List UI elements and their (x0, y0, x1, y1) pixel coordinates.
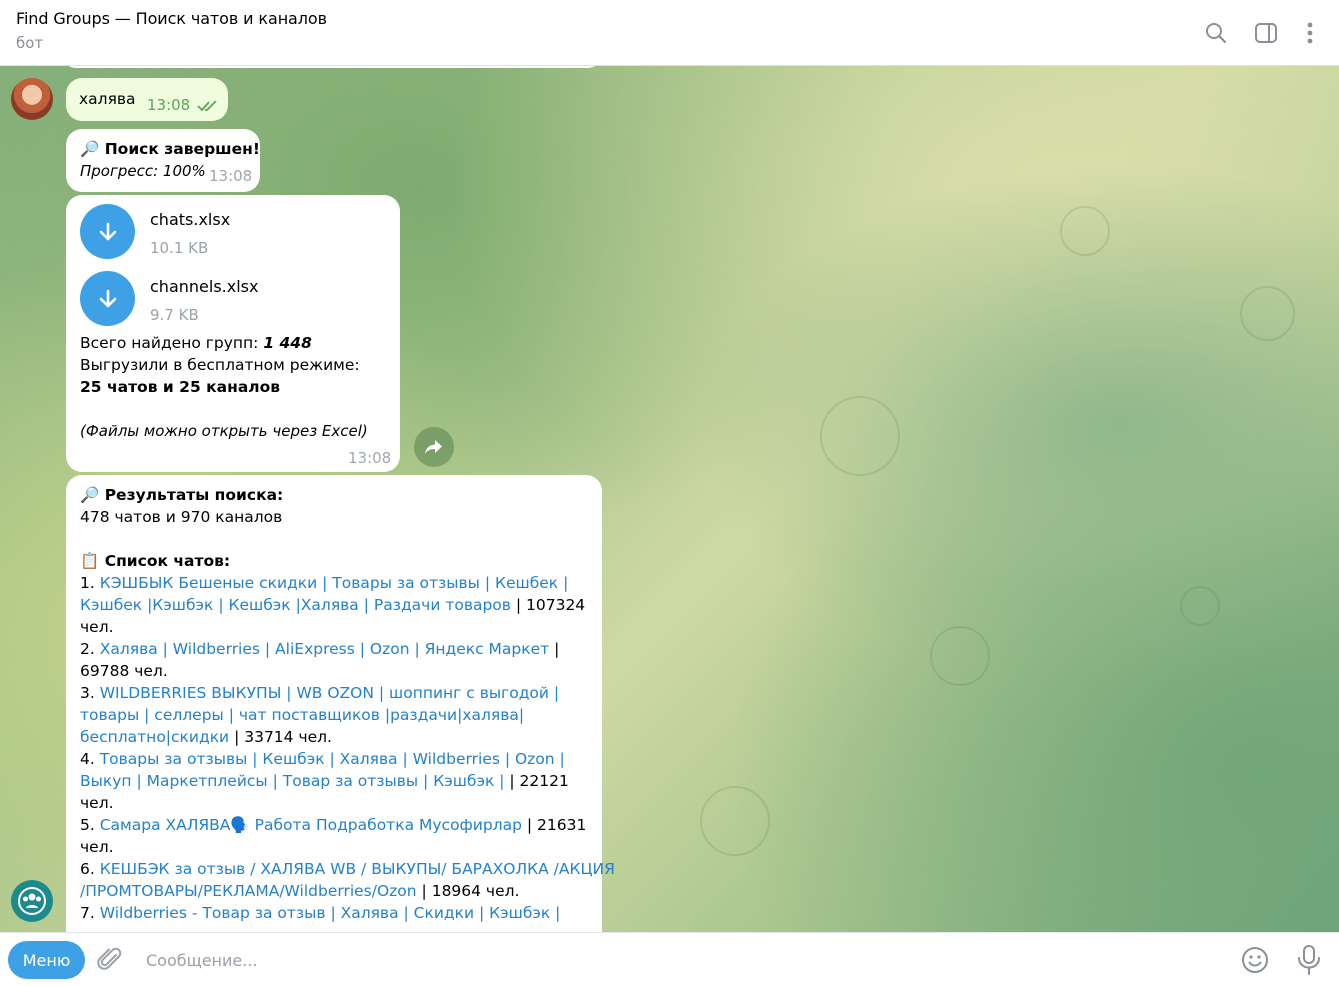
bot-avatar[interactable] (11, 880, 53, 922)
list-number: 7. (80, 904, 100, 922)
excel-note: (Файлы можно открыть через Excel) (80, 422, 368, 440)
download-icon[interactable] (80, 204, 135, 259)
member-count: | (549, 640, 560, 658)
bot-message-progress[interactable]: 🔎 Поиск завершен! Прогресс: 100% 13:08 (66, 129, 260, 192)
list-number: 6. (80, 860, 100, 878)
group-search-icon (18, 887, 46, 915)
chat-list-line: 6. КЕШБЭК за отзыв / ХАЛЯВА WB / ВЫКУПЫ/… (80, 858, 615, 880)
chat-link[interactable]: Кэшбек |Кэшбэк | Кешбэк |Халява | Раздач… (80, 596, 511, 614)
background-pattern (700, 786, 770, 856)
member-count: чел. (80, 794, 114, 812)
chat-link[interactable]: товары | селлеры | чат поставщиков |разд… (80, 706, 524, 724)
results-summary: 478 чатов и 970 каналов (80, 508, 283, 526)
list-number: 3. (80, 684, 100, 702)
sidebar-toggle-icon[interactable] (1253, 20, 1279, 46)
double-check-icon (197, 100, 217, 112)
list-number: 5. (80, 816, 100, 834)
member-count: | 21631 (521, 816, 587, 834)
member-count: чел. (80, 838, 114, 856)
share-button[interactable] (414, 427, 454, 467)
list-number: 1. (80, 574, 100, 592)
results-title: 🔎 Результаты поиска: (80, 486, 284, 504)
progress-value: Прогресс: 100% (80, 162, 206, 180)
chat-link[interactable]: Выкуп | Маркетплейсы | Товар за отзывы |… (80, 772, 504, 790)
chat-link[interactable]: Самара ХАЛЯВА🗣️ Работа Подработка Мусофи… (100, 816, 522, 834)
chat-link[interactable]: WILDBERRIES ВЫКУПЫ | WB OZON | шоппинг с… (100, 684, 559, 702)
member-count: чел. (80, 618, 114, 636)
member-count: | 22121 (504, 772, 569, 790)
chat-area: халява 13:08 🔎 Поиск завершен! Прогресс:… (0, 66, 1339, 932)
download-icon[interactable] (80, 271, 135, 326)
chat-subtitle: бот (16, 34, 44, 52)
bot-message-files[interactable]: chats.xlsx 10.1 KB channels.xlsx 9.7 KB … (66, 195, 400, 472)
background-pattern (1060, 206, 1110, 256)
more-vertical-icon[interactable] (1297, 20, 1323, 46)
member-count: | 107324 (510, 596, 586, 614)
chat-list-line: Кэшбек |Кэшбэк | Кешбэк |Халява | Раздач… (80, 594, 585, 616)
chat-link[interactable]: КЭШБЫК Бешеные скидки | Товары за отзывы… (100, 574, 569, 592)
free-mode-text: Выгрузили в бесплатном режиме: (80, 356, 360, 374)
chat-link[interactable]: Wildberries - Товар за отзыв | Халява | … (100, 904, 561, 922)
export-counts: 25 чатов и 25 каналов (80, 378, 281, 396)
chat-list-line: чел. (80, 616, 114, 638)
list-number: 4. (80, 750, 100, 768)
total-groups: Всего найдено групп: 1 448 (80, 334, 312, 352)
chat-header: Find Groups — Поиск чатов и каналов бот (0, 0, 1339, 66)
avatar[interactable] (11, 78, 53, 120)
chat-list-line: /ПРОМТОВАРЫ/РЕКЛАМА/Wildberries/Ozon | 1… (80, 880, 519, 902)
file-size: 10.1 KB (150, 239, 209, 257)
chat-link[interactable]: КЕШБЭК за отзыв / ХАЛЯВА WB / ВЫКУПЫ/ БА… (100, 860, 615, 878)
message-time: 13:08 (348, 449, 392, 467)
message-time: 13:08 (147, 96, 191, 114)
background-pattern (1180, 586, 1220, 626)
chat-list-line: Выкуп | Маркетплейсы | Товар за отзывы |… (80, 770, 569, 792)
chat-list-line: 7. Wildberries - Товар за отзыв | Халява… (80, 902, 560, 924)
background-pattern (1240, 286, 1295, 341)
microphone-icon[interactable] (1296, 944, 1322, 980)
chat-list-line: 2. Халява | Wildberries | AliExpress | O… (80, 638, 559, 660)
chat-list-line: бесплатно|скидки | 33714 чел. (80, 726, 332, 748)
member-count: 69788 чел. (80, 662, 168, 680)
outgoing-message[interactable]: халява 13:08 (66, 78, 228, 121)
message-input[interactable] (146, 945, 1206, 975)
share-icon (425, 440, 442, 454)
member-count: | 33714 чел. (229, 728, 332, 746)
progress-title: 🔎 Поиск завершен! (80, 140, 260, 158)
chat-list-line: 4. Товары за отзывы | Кешбэк | Халява | … (80, 748, 565, 770)
chat-link[interactable]: бесплатно|скидки (80, 728, 229, 746)
file-item[interactable]: chats.xlsx 10.1 KB (80, 204, 230, 259)
bot-message-results[interactable]: 🔎 Результаты поиска: 478 чатов и 970 кан… (66, 475, 615, 932)
chat-list-line: товары | селлеры | чат поставщиков |разд… (80, 704, 524, 726)
background-pattern (930, 626, 990, 686)
chat-link[interactable]: Халява | Wildberries | AliExpress | Ozon… (100, 640, 549, 658)
emoji-icon[interactable] (1240, 945, 1270, 979)
list-number: 2. (80, 640, 100, 658)
chat-list-line: чел. (80, 792, 114, 814)
file-name[interactable]: chats.xlsx (150, 210, 230, 229)
search-icon[interactable] (1203, 20, 1229, 46)
paperclip-icon[interactable] (96, 946, 124, 978)
file-size: 9.7 KB (150, 306, 199, 324)
chat-list-title: 📋 Список чатов: (80, 552, 231, 570)
previous-message (62, 66, 602, 68)
chat-list-line: чел. (80, 836, 114, 858)
file-item[interactable]: channels.xlsx 9.7 KB (80, 271, 258, 326)
chat-list-line: 5. Самара ХАЛЯВА🗣️ Работа Подработка Мус… (80, 814, 586, 836)
chat-link[interactable]: /ПРОМТОВАРЫ/РЕКЛАМА/Wildberries/Ozon (80, 882, 417, 900)
menu-button[interactable]: Меню (8, 941, 85, 979)
member-count: | 18964 чел. (416, 882, 520, 900)
chat-list-line: 69788 чел. (80, 660, 168, 682)
chat-title[interactable]: Find Groups — Поиск чатов и каналов (16, 9, 327, 28)
file-name[interactable]: channels.xlsx (150, 277, 258, 296)
background-pattern (820, 396, 900, 476)
chat-list-line: 1. КЭШБЫК Бешеные скидки | Товары за отз… (80, 572, 568, 594)
message-composer: Меню (0, 932, 1339, 986)
message-time: 13:08 (209, 167, 253, 185)
message-text: халява (79, 90, 136, 108)
chat-link[interactable]: Товары за отзывы | Кешбэк | Халява | Wil… (100, 750, 565, 768)
chat-list-line: 3. WILDBERRIES ВЫКУПЫ | WB OZON | шоппин… (80, 682, 559, 704)
